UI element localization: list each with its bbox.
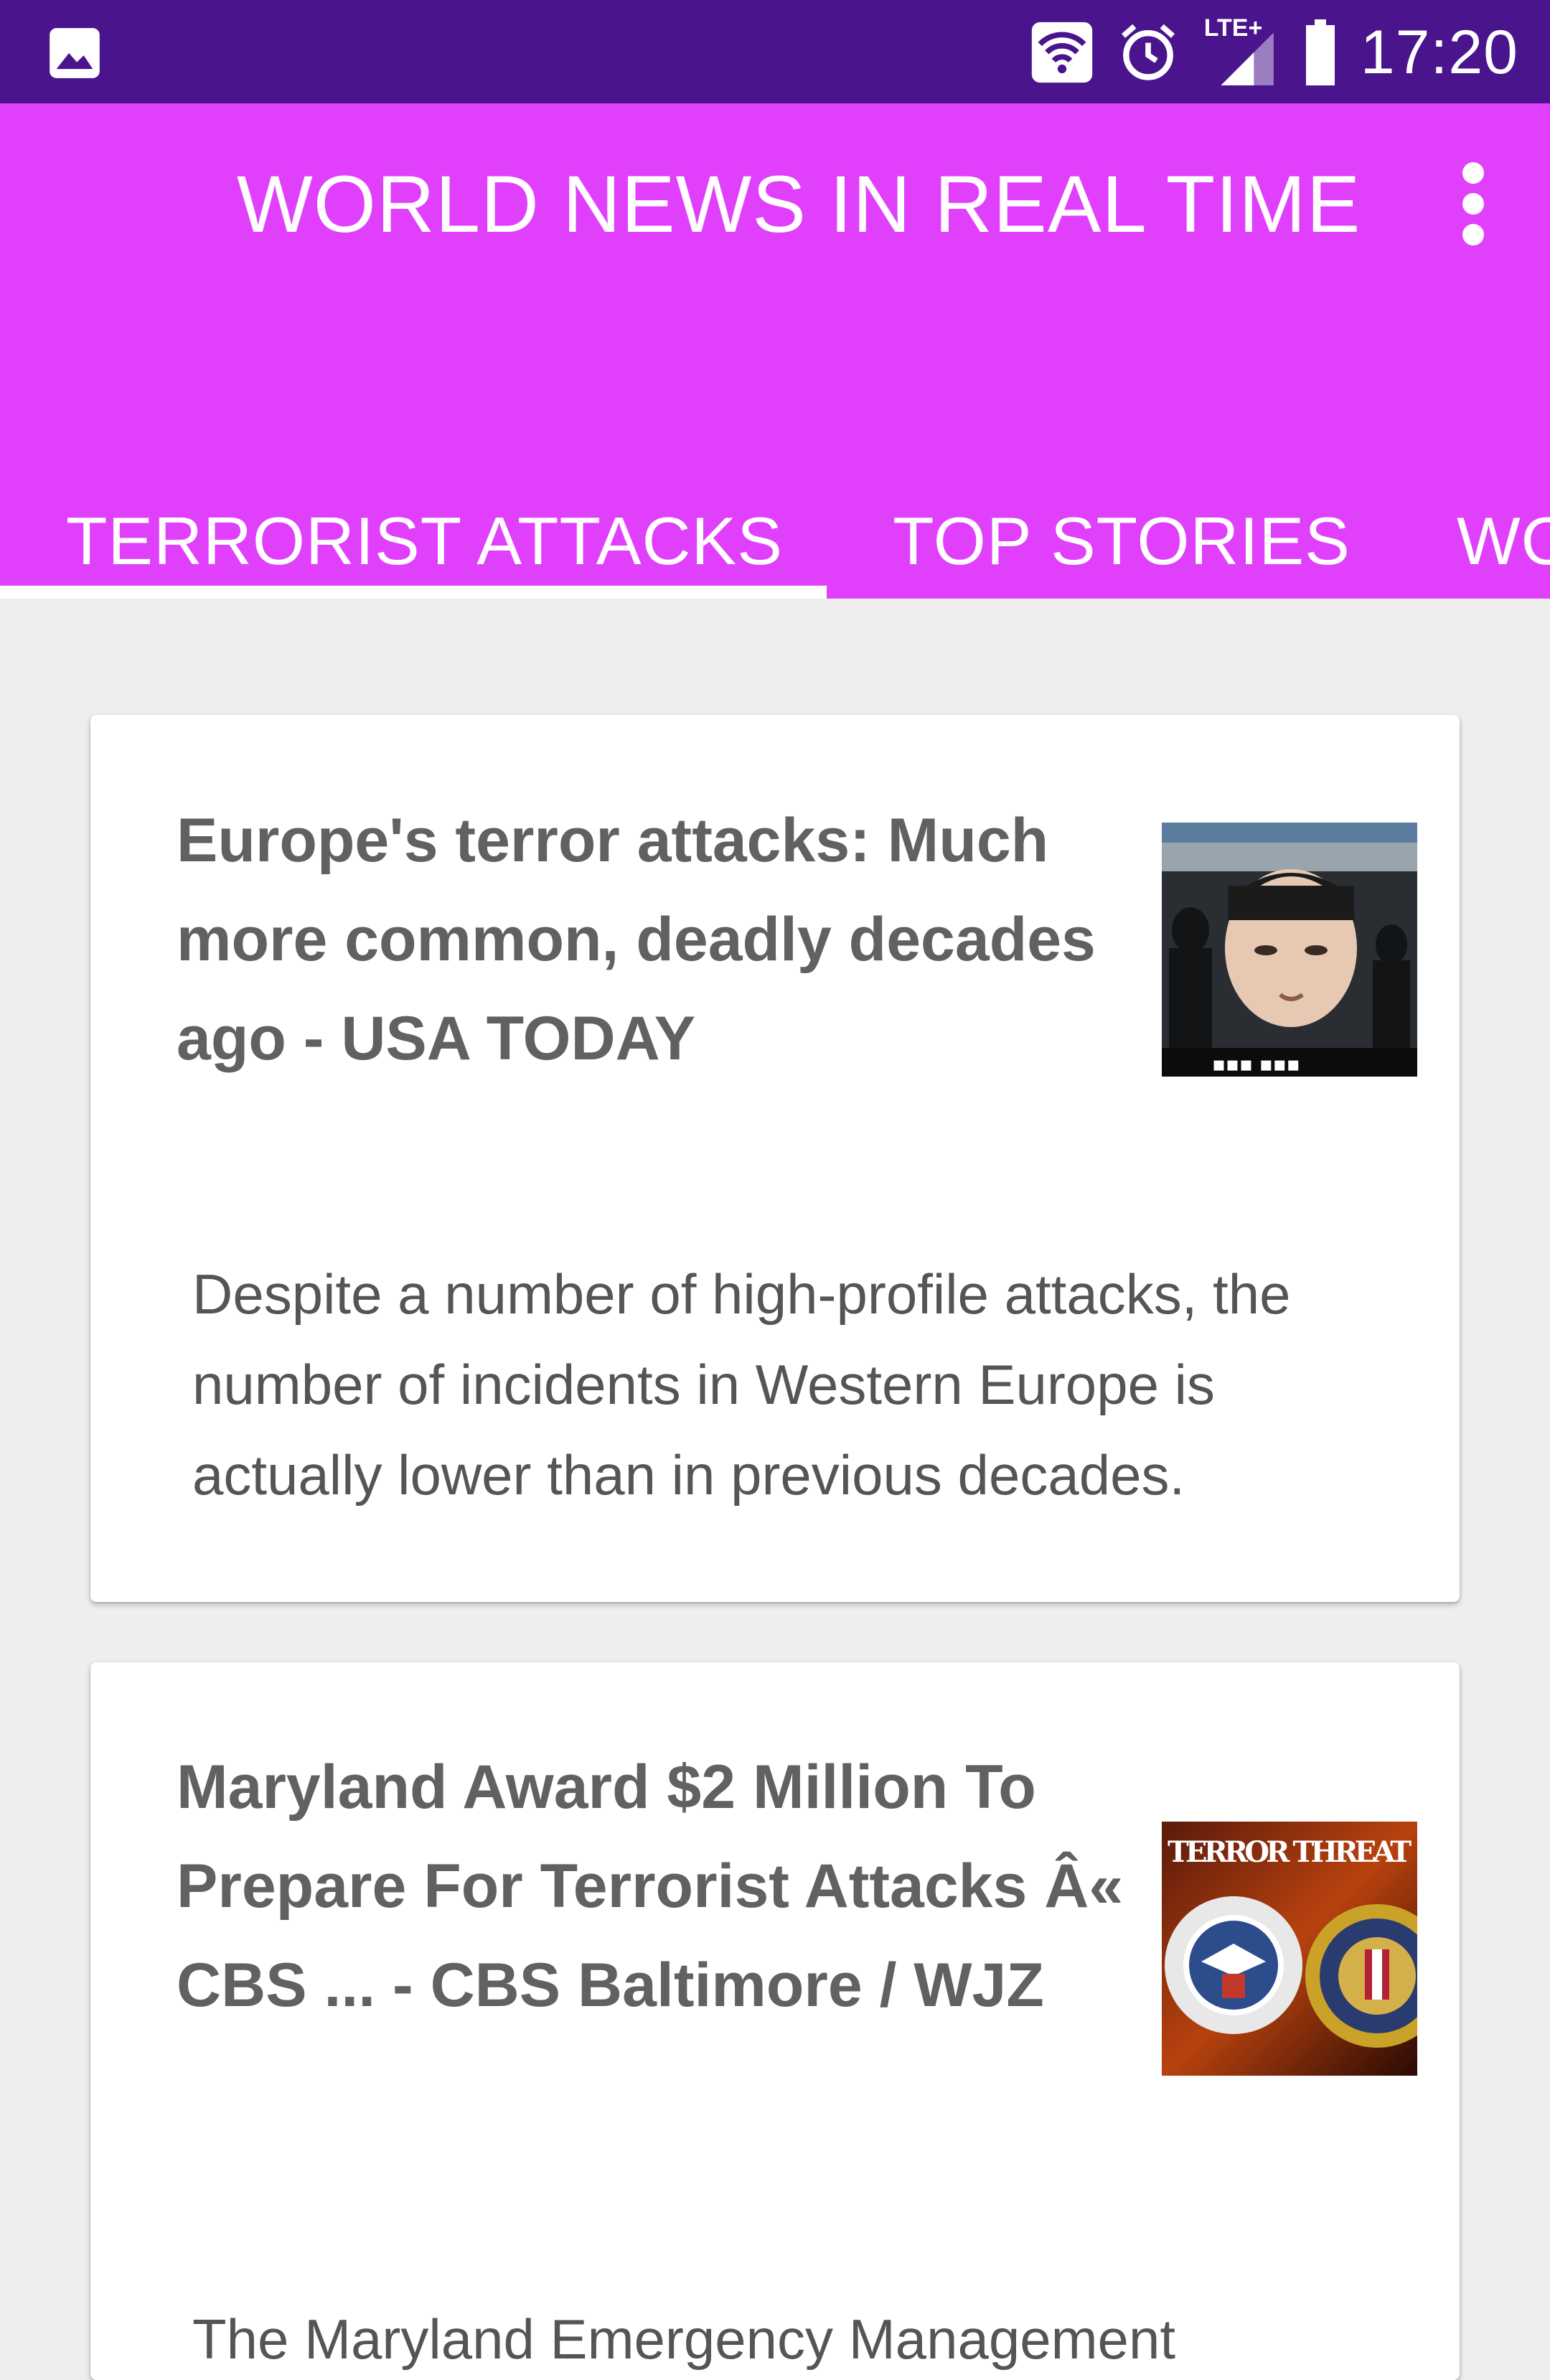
article-card[interactable]: Maryland Award $2 Million To Prepare For… — [90, 1662, 1460, 2380]
article-description: Despite a number of high-profile attacks… — [192, 1262, 1291, 1507]
tab-terrorist-attacks[interactable]: TERRORIST ATTACKS — [66, 502, 783, 580]
signal-icon: LTE+ — [1201, 13, 1280, 92]
wifi-icon — [1029, 19, 1095, 85]
battery-icon — [1300, 18, 1340, 87]
article-thumbnail[interactable]: ▪▪▪ ▪▪▪ — [1162, 823, 1417, 1077]
article-thumbnail[interactable]: TERROR THREAT — [1162, 1822, 1417, 2076]
article-card[interactable]: Europe's terror attacks: Much more commo… — [90, 715, 1460, 1602]
app-bar: WORLD NEWS IN REAL TIME TERRORIST ATTACK… — [0, 103, 1550, 599]
status-bar: LTE+ 17:20 — [0, 0, 1550, 103]
article-title[interactable]: Maryland Award $2 Million To Prepare For… — [177, 1738, 1167, 2035]
tab-bar: TERRORIST ATTACKS TOP STORIES WO — [0, 419, 1550, 599]
thumbnail-caption: TERROR THREAT — [1168, 1835, 1412, 1869]
clock-time: 17:20 — [1360, 18, 1518, 87]
article-description: The Maryland Emergency Management — [192, 2308, 1175, 2371]
alarm-icon — [1115, 19, 1181, 85]
svg-text:▪▪▪ ▪▪▪: ▪▪▪ ▪▪▪ — [1212, 1052, 1300, 1076]
gallery-notification-icon — [47, 26, 102, 80]
more-vert-icon[interactable] — [1442, 154, 1500, 254]
tab-indicator — [0, 586, 827, 599]
app-title: WORLD NEWS IN REAL TIME — [237, 159, 1361, 249]
article-title[interactable]: Europe's terror attacks: Much more commo… — [177, 791, 1167, 1088]
tab-world[interactable]: WO — [1457, 502, 1550, 580]
tab-top-stories[interactable]: TOP STORIES — [893, 502, 1351, 580]
